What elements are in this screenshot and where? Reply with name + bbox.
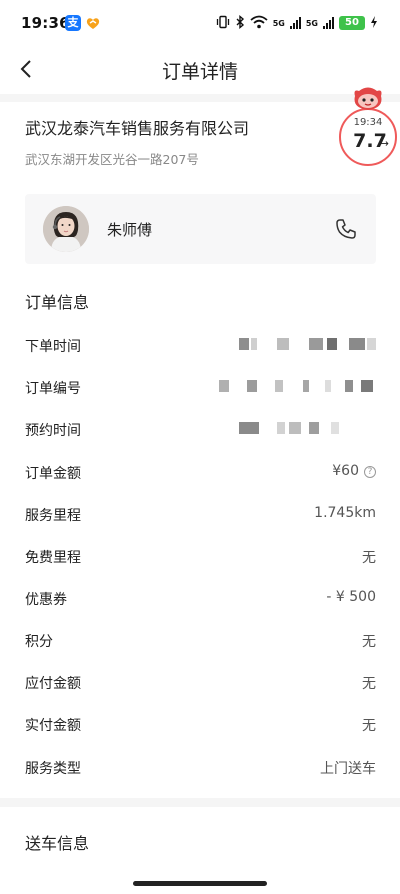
info-row-service-mileage: 服务里程 1.745km: [25, 503, 376, 527]
timer-time: 19:34: [353, 117, 383, 128]
order-info-title: 订单信息: [25, 293, 90, 312]
driver-avatar: [43, 206, 89, 252]
info-label: 服务里程: [25, 508, 81, 524]
info-value: 1.745km: [314, 505, 376, 521]
order-amount-value: ¥60?: [332, 463, 376, 479]
vibrate-icon: [216, 14, 230, 33]
info-value: 无: [362, 634, 376, 650]
info-value: 上门送车: [320, 761, 376, 777]
section-divider: [0, 798, 400, 807]
arrow-right-icon: →: [379, 137, 389, 150]
merchant-address: 武汉东湖开发区光谷一路207号: [25, 152, 199, 167]
info-label: 服务类型: [25, 761, 81, 777]
info-label: 订单金额: [25, 466, 81, 482]
info-label: 免费里程: [25, 550, 81, 566]
info-row-amount-paid: 实付金额 无: [25, 713, 376, 737]
info-row-coupon: 优惠券 - ¥ 500: [25, 587, 376, 611]
signal-icon-1: [289, 17, 301, 29]
driver-name: 朱师傅: [107, 221, 153, 239]
timer-circle: 19:34 7.7 →: [339, 108, 397, 166]
info-value: 无: [362, 550, 376, 566]
status-time: 19:36: [21, 14, 70, 32]
info-value: - ¥ 500: [326, 589, 376, 605]
home-indicator[interactable]: [133, 881, 267, 886]
charging-icon: [370, 14, 378, 33]
info-row-amount-due: 应付金额 无: [25, 671, 376, 695]
info-row-service-type: 服务类型 上门送车: [25, 756, 376, 780]
info-label: 下单时间: [25, 339, 81, 355]
phone-icon: [336, 219, 356, 239]
network-5g-label-2: 5G: [305, 18, 318, 28]
battery-indicator: 50: [339, 16, 365, 30]
info-label: 订单编号: [25, 381, 81, 397]
status-indicators: 5G 5G 50: [216, 14, 378, 32]
mascot-icon: [354, 87, 382, 110]
info-row-order-amount: 订单金额 ¥60?: [25, 461, 376, 485]
driver-card: 朱师傅: [25, 194, 376, 264]
info-row-appointment-time: 预约时间: [25, 418, 376, 442]
delivery-info-title: 送车信息: [25, 834, 90, 853]
page-title: 订单详情: [161, 61, 238, 83]
info-row-points: 积分 无: [25, 629, 376, 653]
merchant-name: 武汉龙泰汽车销售服务有限公司: [25, 119, 250, 138]
redacted-value: [239, 338, 376, 354]
info-label: 实付金额: [25, 718, 81, 734]
wifi-icon: [250, 14, 268, 33]
info-row-free-mileage: 免费里程 无: [25, 545, 376, 569]
order-amount-text: ¥60: [332, 463, 359, 479]
alipay-icon: 支: [65, 15, 81, 31]
info-value: 无: [362, 718, 376, 734]
redacted-value: [219, 380, 376, 396]
status-bar: 19:36 支 5G 5G 50: [0, 0, 400, 46]
info-value: 无: [362, 676, 376, 692]
call-driver-button[interactable]: [334, 217, 358, 241]
info-label: 预约时间: [25, 423, 81, 439]
question-icon[interactable]: ?: [364, 466, 376, 478]
info-label: 应付金额: [25, 676, 81, 692]
floating-timer-widget[interactable]: 19:34 7.7 →: [337, 86, 399, 178]
network-5g-label-1: 5G: [272, 18, 285, 28]
info-label: 优惠券: [25, 592, 67, 608]
redacted-value: [239, 422, 376, 438]
bluetooth-icon: [235, 14, 245, 33]
info-label: 积分: [25, 634, 53, 650]
heart-app-icon: [85, 15, 101, 31]
signal-icon-2: [323, 17, 334, 29]
info-row-order-number: 订单编号: [25, 376, 376, 400]
info-row-order-time: 下单时间: [25, 334, 376, 358]
